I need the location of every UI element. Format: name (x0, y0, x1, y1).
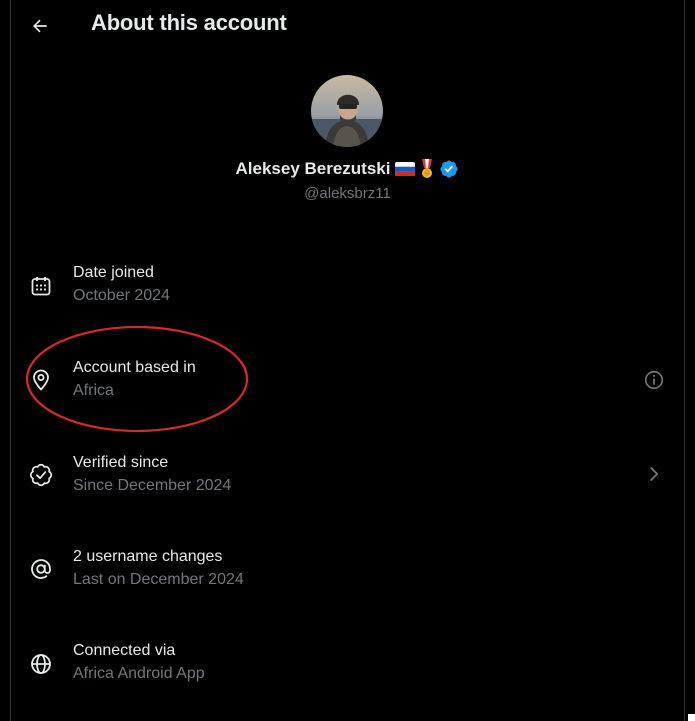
detail-label: Date joined (73, 264, 154, 281)
detail-value: Last on December 2024 (73, 571, 244, 588)
arrow-left-icon (32, 19, 47, 33)
display-name: Aleksey Berezutski (235, 159, 391, 178)
corner-artifact (688, 714, 695, 721)
detail-row-username-changes: 2 username changes Last on December 2024 (0, 524, 695, 614)
about-account-screen: About this account Aleksey Berezutski @a… (0, 0, 695, 721)
detail-label: Account based in (73, 359, 196, 376)
detail-value: October 2024 (73, 287, 170, 304)
detail-label: 2 username changes (73, 548, 223, 565)
detail-row-account-based-in: Account based in Africa (0, 335, 695, 425)
handle: @aleksbrz11 (304, 185, 391, 202)
info-icon[interactable] (643, 369, 665, 391)
medal-icon (422, 159, 433, 178)
page-title: About this account (91, 10, 287, 35)
detail-row-date-joined: Date joined October 2024 (0, 240, 695, 330)
avatar[interactable] (311, 75, 383, 147)
detail-row-connected-via: Connected via Africa Android App (0, 618, 695, 708)
globe-icon (31, 654, 51, 674)
detail-label: Verified since (73, 454, 169, 471)
at-sign-icon (31, 559, 51, 579)
display-name-row: Aleksey Berezutski (0, 159, 695, 179)
verified-check-icon (29, 463, 53, 487)
chevron-right-icon[interactable] (643, 463, 665, 485)
calendar-icon (31, 277, 51, 296)
detail-row-verified-since[interactable]: Verified since Since December 2024 (0, 430, 695, 520)
avatar-image (311, 75, 383, 147)
russia-flag-icon (395, 162, 416, 176)
location-pin-icon (33, 369, 49, 391)
detail-value: Africa Android App (73, 665, 205, 682)
detail-value: Africa (73, 382, 114, 399)
verified-badge-icon (440, 160, 459, 178)
detail-value: Since December 2024 (73, 477, 232, 494)
detail-label: Connected via (73, 642, 176, 659)
back-button[interactable] (22, 8, 58, 44)
header: About this account (0, 0, 695, 52)
